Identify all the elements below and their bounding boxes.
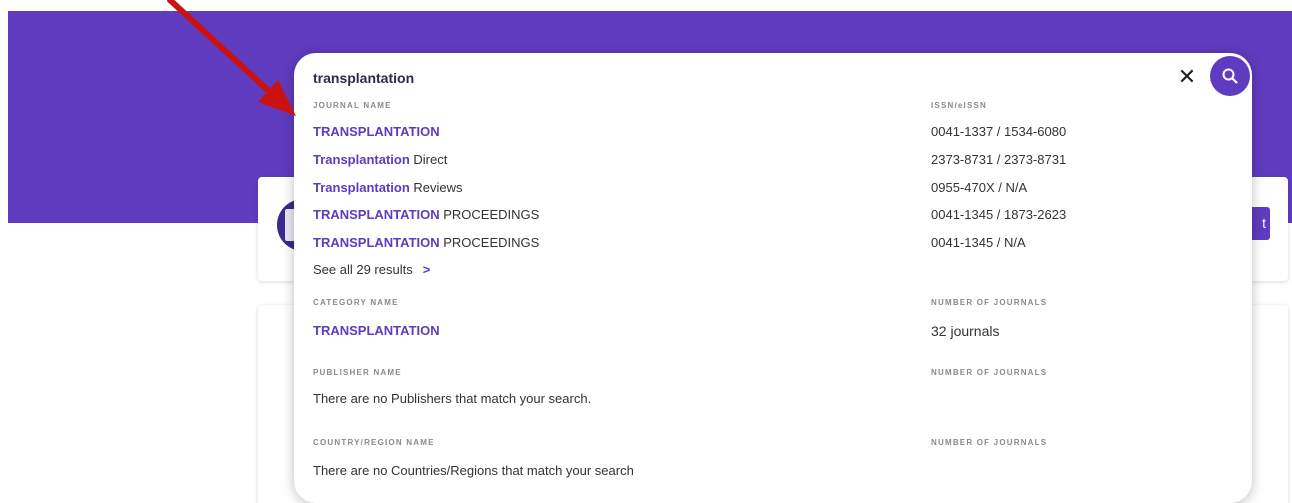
issn-header: ISSN/eISSN	[931, 101, 988, 110]
category-name-header: CATEGORY NAME	[313, 298, 399, 307]
close-icon[interactable]: ✕	[1172, 63, 1202, 91]
category-journal-count: 32 journals	[931, 323, 1000, 339]
journal-result-link[interactable]: TRANSPLANTATION PROCEEDINGS	[313, 207, 539, 222]
country-no-results: There are no Countries/Regions that matc…	[313, 463, 634, 478]
category-result-link[interactable]: TRANSPLANTATION	[313, 323, 440, 338]
journal-name-header: JOURNAL NAME	[313, 101, 392, 110]
chevron-right-icon: >	[422, 262, 431, 277]
journal-result-link[interactable]: TRANSPLANTATION	[313, 124, 440, 139]
country-count-header: NUMBER OF JOURNALS	[931, 438, 1048, 447]
journal-result-link[interactable]: TRANSPLANTATION PROCEEDINGS	[313, 235, 539, 250]
annotation-arrow	[167, 0, 296, 116]
journal-issn: 0041-1345 / 1873-2623	[931, 207, 1067, 222]
journal-issn: 0041-1337 / 1534-6080	[931, 124, 1067, 139]
see-all-results-link[interactable]: See all 29 results >	[313, 262, 430, 277]
journal-issn: 2373-8731 / 2373-8731	[931, 152, 1067, 167]
search-dropdown: transplantation ✕ JOURNAL NAME ISSN/eISS…	[294, 53, 1252, 503]
search-icon	[1222, 68, 1238, 84]
journal-issn: 0955-470X / N/A	[931, 180, 1028, 195]
publisher-count-header: NUMBER OF JOURNALS	[931, 368, 1048, 377]
search-query-text[interactable]: transplantation	[313, 70, 414, 86]
publisher-no-results: There are no Publishers that match your …	[313, 391, 592, 406]
publisher-name-header: PUBLISHER NAME	[313, 368, 402, 377]
journal-result-link[interactable]: Transplantation Direct	[313, 152, 447, 167]
journal-result-link[interactable]: Transplantation Reviews	[313, 180, 463, 195]
category-count-header: NUMBER OF JOURNALS	[931, 298, 1048, 307]
search-button[interactable]	[1210, 56, 1250, 96]
journal-issn: 0041-1345 / N/A	[931, 235, 1026, 250]
country-name-header: COUNTRY/REGION NAME	[313, 438, 435, 447]
